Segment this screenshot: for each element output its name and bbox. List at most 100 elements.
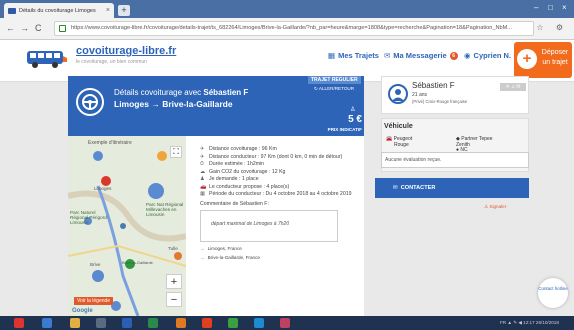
map-place-brive: Brive-la-Gaillarde	[122, 260, 153, 265]
word-icon[interactable]	[122, 318, 132, 328]
map-zoom-in-button[interactable]: +	[166, 274, 182, 289]
stop-label: Limoges, France	[207, 245, 242, 251]
detail-text: Période du conducteur : Du 4 octobre 201…	[209, 191, 352, 197]
map-zoom-out-button[interactable]: −	[166, 292, 182, 307]
browser-tab[interactable]: Détails du covoiturage Limoges ×	[4, 3, 114, 18]
avatar[interactable]	[388, 84, 408, 104]
stop-label: Brive-la-Gaillarde, France	[207, 254, 260, 260]
round-trip-text: ALLER/RETOUR	[318, 86, 355, 91]
stop-brive: → Brive-la-Gaillarde, France	[200, 255, 360, 260]
car-icon: 🚘	[386, 136, 393, 142]
media-icon[interactable]	[96, 318, 106, 328]
map-fullscreen-button[interactable]: ⛶	[170, 146, 182, 158]
chrome-icon[interactable]	[228, 318, 238, 328]
person-icon: ♟	[200, 176, 205, 182]
detail-text: Durée estimée : 1h2min	[209, 161, 265, 167]
address-bar-row: ← → C https://www.covoiturage-libre.fr/c…	[0, 18, 574, 40]
start-icon[interactable]	[14, 318, 24, 328]
plane-icon: ✈	[200, 146, 205, 152]
car-icon: 🚗	[200, 183, 207, 190]
nav-mes-trajets[interactable]: ▦ Mes Trajets	[328, 51, 379, 60]
browser-tabbar: Détails du covoiturage Limoges × + – □ ×	[0, 0, 574, 18]
driver-card: Sébastien F 21 ans (Privé) Croix-Rouge f…	[381, 76, 529, 114]
detail-text: Je demande : 1 place	[209, 176, 259, 182]
trip-title-prefix: Détails covoiturage avec	[114, 88, 202, 97]
trip-to: Brive-la-Gaillarde	[162, 99, 233, 109]
arrow-right-icon: →	[200, 245, 205, 251]
tab-close-icon[interactable]: ×	[106, 7, 110, 14]
map-example-label: Exemple d'itinéraire	[88, 140, 132, 146]
price-label: PRIX INDICATIF	[327, 127, 362, 132]
map-canvas[interactable]	[68, 136, 186, 316]
map-place-brive-short: Brive	[90, 262, 101, 267]
maximize-icon[interactable]: □	[548, 3, 553, 12]
deposer-label: Déposer un trajet	[541, 49, 569, 66]
url-input[interactable]: https://www.covoiturage-libre.fr/covoitu…	[54, 21, 534, 36]
nav-messagerie[interactable]: ✉ Ma Messagerie 6	[384, 51, 458, 60]
cloud-icon: ☁	[200, 168, 206, 175]
paint-icon[interactable]	[176, 318, 186, 328]
comment-label: Commentaire de Sébastien F:	[200, 200, 269, 207]
vehicle-color: Rouge	[394, 141, 409, 148]
back-icon[interactable]: ←	[6, 23, 15, 33]
map-place-perigord: Parc Naturel Régional Périgord-Limousin	[70, 210, 109, 225]
calendar-icon: ▦	[200, 191, 205, 197]
explorer-icon[interactable]	[70, 318, 80, 328]
user-icon: ◉	[464, 51, 471, 60]
signaler-link[interactable]: ⚠ Signaler	[484, 204, 506, 210]
lock-icon	[59, 25, 66, 32]
ie-icon[interactable]	[42, 318, 52, 328]
map-place-tulle: Tulle	[168, 246, 178, 251]
driver-name[interactable]: Sébastien F	[412, 81, 455, 90]
route-map[interactable]: Exemple d'itinéraire Limoges Parc Nature…	[68, 136, 186, 316]
driver-preference-icons: ✕ ♫ ✉	[500, 83, 526, 91]
tab-title: Détails du covoiturage Limoges	[19, 7, 96, 14]
arrow-right-icon: →	[200, 254, 205, 260]
system-tray[interactable]: FR ▲ ✎ ◀ 12:17 26/10/2018	[500, 320, 559, 326]
round-trip-label: ↻ ALLER/RETOUR	[314, 86, 354, 92]
detail-text: Gain CO2 du covoiturage : 12 Kg	[209, 168, 286, 175]
refresh-icon: ↻	[314, 86, 318, 91]
trip-content: Exemple d'itinéraire Limoges Parc Nature…	[68, 136, 364, 316]
forward-icon[interactable]: →	[20, 23, 29, 33]
excel-icon[interactable]	[148, 318, 158, 328]
new-tab-button[interactable]: +	[118, 5, 130, 16]
map-icon: ▦	[328, 51, 336, 60]
stop-limoges: → Limoges, France	[200, 246, 360, 251]
nav-mes-trajets-label: Mes Trajets	[338, 51, 379, 60]
plane-icon: ✈	[200, 153, 205, 160]
plus-icon: +	[517, 49, 537, 69]
price-person-icon: ♙	[350, 107, 356, 113]
comment-box: départ maximal de Limoges à 7h20	[200, 209, 338, 242]
detail-text: Le conducteur propose : 4 place(s)	[209, 183, 290, 190]
skype-icon[interactable]	[254, 318, 264, 328]
reload-icon[interactable]: C	[35, 23, 42, 33]
nav-user-menu[interactable]: ◉ Cyprien N. ▾	[464, 51, 518, 60]
bus-logo-icon[interactable]	[26, 48, 68, 70]
trip-details: ✈ Distance covoiturage : 96 Km ✈ Distanc…	[200, 146, 360, 260]
trip-route: Limoges → Brive-la-Gaillarde	[114, 99, 233, 109]
close-window-icon[interactable]: ×	[562, 3, 567, 12]
map-legend-button[interactable]: Voir la légende	[74, 297, 114, 305]
mail-icon: ✉	[384, 51, 391, 60]
minimize-icon[interactable]: –	[534, 3, 538, 12]
detail-row-driver-distance: ✈ Distance conducteur : 97 Km (dont 0 km…	[200, 154, 360, 162]
route-arrow-icon: →	[151, 99, 160, 109]
favicon-icon	[8, 7, 16, 14]
trip-price: 5 €	[348, 114, 362, 125]
trip-from: Limoges	[114, 99, 149, 109]
url-text: https://www.covoiturage-libre.fr/covoitu…	[71, 25, 512, 31]
powerpoint-icon[interactable]	[280, 318, 290, 328]
envelope-icon: ✉	[393, 185, 398, 191]
trip-header: Détails covoiturage avec Sébastien F Lim…	[68, 76, 364, 136]
firefox-icon[interactable]	[202, 318, 212, 328]
contact-hotline-button[interactable]: Contact hotline	[538, 278, 568, 308]
vehicle-make-col: 🚘 Peugeot Rouge	[386, 136, 412, 148]
contacter-label: CONTACTER	[400, 185, 436, 191]
brand-link[interactable]: covoiturage-libre.fr	[76, 45, 176, 57]
detail-text: Distance conducteur : 97 Km (dont 0 km, …	[209, 153, 343, 160]
clock-icon: ⏱	[200, 161, 205, 167]
contacter-button[interactable]: ✉ CONTACTER	[375, 178, 529, 198]
deposer-trajet-button[interactable]: + Déposer un trajet	[514, 42, 572, 78]
bookmark-menu-icons[interactable]: ☆ ⚙	[536, 23, 568, 32]
